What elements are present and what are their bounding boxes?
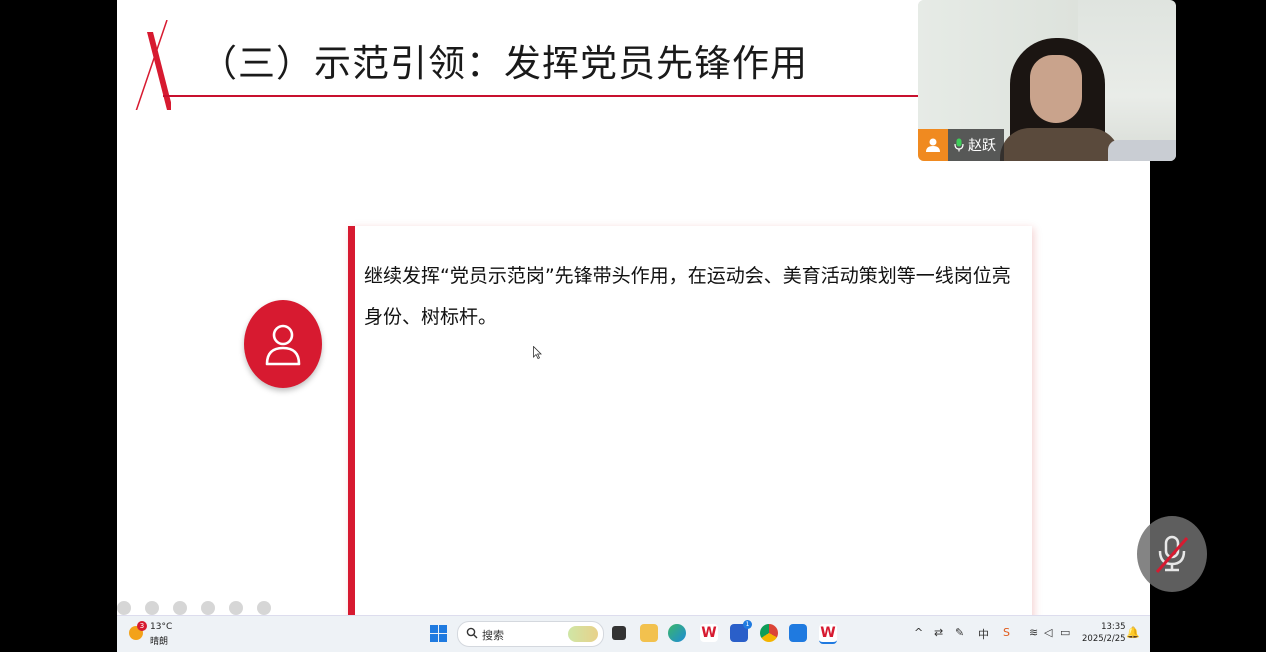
store-badge: 1 — [743, 620, 752, 629]
windows-taskbar: 3 13°C 晴朗 搜索 W 1 W ^ ⇄ ✎ 中 S ≋ ◁ ▭ 13:35… — [117, 615, 1150, 652]
edge-browser-icon[interactable] — [668, 624, 686, 642]
wifi-icon[interactable]: ≋ — [1029, 626, 1038, 639]
card-body-text: 继续发挥“党员示范岗”先锋带头作用，在运动会、美育活动策划等一线岗位亮身份、树标… — [364, 265, 1011, 328]
notification-bell-icon[interactable]: 🔔 — [1126, 626, 1140, 639]
microsoft-store-icon[interactable]: 1 — [730, 620, 752, 642]
volume-icon[interactable]: ◁ — [1044, 626, 1052, 639]
slide-title: （三）示范引领：发挥党员先锋作用 — [200, 42, 808, 85]
participant-name: 赵跃 — [968, 138, 996, 154]
participant-label: 赵跃 — [918, 129, 1004, 161]
chrome-icon[interactable] — [760, 624, 778, 642]
search-icon — [466, 627, 478, 639]
weather-widget[interactable]: 3 13°C 晴朗 — [129, 620, 189, 648]
weather-temperature: 13°C — [150, 622, 173, 632]
wps-tray-icon[interactable]: S — [1003, 626, 1010, 639]
card-accent-bar — [348, 226, 355, 615]
chevron-up-icon[interactable]: ^ — [914, 626, 923, 639]
wps-presentation-icon[interactable]: W — [819, 624, 837, 644]
pen-icon[interactable]: ✎ — [955, 626, 964, 639]
microphone-icon — [954, 138, 964, 152]
start-button[interactable] — [430, 625, 447, 642]
search-highlight-image — [568, 626, 598, 642]
participant-video[interactable]: 赵跃 — [918, 0, 1176, 161]
task-view-icon[interactable] — [612, 626, 626, 640]
content-card: 继续发挥“党员示范岗”先锋带头作用，在运动会、美育活动策划等一线岗位亮身份、树标… — [348, 226, 1032, 615]
meeting-app-icon[interactable] — [789, 624, 807, 642]
mouse-pointer-icon — [533, 346, 542, 359]
system-clock[interactable]: 13:35 2025/2/25 — [1082, 621, 1126, 645]
file-explorer-icon[interactable] — [640, 624, 658, 642]
battery-icon[interactable]: ▭ — [1060, 626, 1070, 639]
mic-muted-icon — [1155, 535, 1189, 573]
weather-condition: 晴朗 — [150, 637, 169, 647]
settings-toggle-icon[interactable]: ⇄ — [934, 626, 943, 639]
search-box[interactable]: 搜索 — [457, 621, 604, 647]
host-icon — [918, 129, 948, 161]
hidden-toolbar — [117, 600, 317, 615]
person-badge — [244, 300, 322, 388]
input-method-icon[interactable]: 中 — [978, 626, 989, 642]
weather-badge: 3 — [137, 621, 147, 631]
user-icon — [265, 324, 301, 366]
clock-time: 13:35 — [1101, 622, 1126, 632]
clock-date: 2025/2/25 — [1082, 634, 1126, 644]
search-placeholder: 搜索 — [482, 629, 504, 642]
title-divider — [163, 95, 923, 97]
mute-microphone-button[interactable] — [1137, 516, 1207, 592]
wps-office-icon[interactable]: W — [700, 624, 718, 642]
